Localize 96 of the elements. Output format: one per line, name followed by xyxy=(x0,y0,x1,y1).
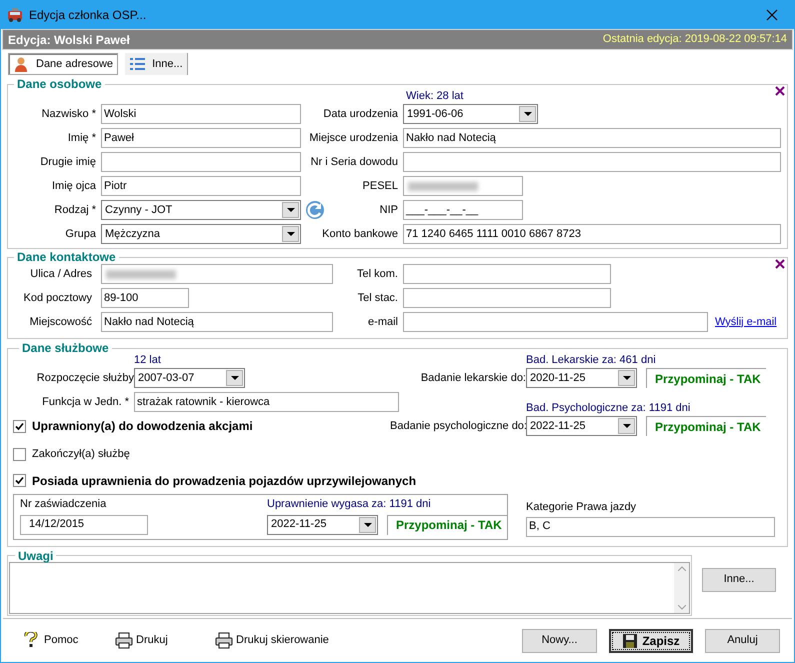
tab[interactable]: Dane adresowe xyxy=(8,53,118,75)
input-field[interactable]: ___-___-__-__ xyxy=(403,200,523,220)
dropdown[interactable]: 2022-11-25 xyxy=(526,416,637,436)
dropdown[interactable]: Czynny - JOT xyxy=(101,200,301,220)
field-label: Badanie lekarskie do: xyxy=(420,370,526,386)
field-label: Imię * xyxy=(66,130,96,146)
input-field[interactable]: strażak ratownik - kierowca xyxy=(134,392,399,412)
record-title: Edycja: Wolski Paweł xyxy=(8,32,130,48)
blurred-text xyxy=(408,182,478,190)
close-icon[interactable] xyxy=(775,86,785,96)
scrollbar[interactable] xyxy=(674,562,689,612)
close-icon[interactable] xyxy=(775,259,785,269)
other-button[interactable]: Inne... xyxy=(702,568,776,592)
input-field[interactable] xyxy=(403,152,781,172)
field-label: Nazwisko * xyxy=(40,106,96,122)
toolbar-link[interactable]: Drukuj xyxy=(115,632,215,649)
input-field[interactable]: Wolski xyxy=(101,104,301,124)
close-icon xyxy=(766,8,778,20)
dropdown[interactable]: 2022-11-25 xyxy=(267,514,378,534)
field-label: Miejscowość xyxy=(28,314,92,330)
dropdown[interactable]: 2020-11-25 xyxy=(526,368,637,388)
toolbar-link[interactable]: Pomoc xyxy=(23,632,115,649)
field-label: Kategorie Prawa jazdy xyxy=(526,500,638,514)
last-edit-text: Ostatnia edycja: 2019-08-22 09:57:14 xyxy=(602,32,787,48)
scroll-up-icon xyxy=(678,566,686,570)
input-field[interactable] xyxy=(403,312,708,332)
field-label: Tel kom. xyxy=(357,266,398,282)
section-title: Uwagi xyxy=(17,550,54,562)
field-label: Nr i Seria dowodu xyxy=(310,154,398,170)
dropdown[interactable]: 2007-03-07 xyxy=(134,368,245,388)
email-link[interactable]: Wyślij e-mail xyxy=(715,314,777,330)
field-label: Nr zaświadczenia xyxy=(20,498,108,510)
input-field[interactable] xyxy=(101,264,333,284)
field-label: Kod pocztowy xyxy=(22,290,92,306)
truck-icon xyxy=(7,6,23,22)
input-field[interactable]: 14/12/2015 xyxy=(20,514,148,534)
field-label: NIP xyxy=(380,202,398,218)
dialog-button[interactable]: Anuluj xyxy=(705,628,780,652)
field-label: Tel stac. xyxy=(358,290,398,306)
save-icon xyxy=(622,632,638,648)
reminder-text: Przypominaj - TAK xyxy=(646,368,766,388)
field-label: Badanie psychologiczne do: xyxy=(390,418,526,434)
section-title: Dane osobowe xyxy=(16,78,103,90)
input-field[interactable]: B, C xyxy=(526,516,775,536)
input-field[interactable] xyxy=(403,264,611,284)
field-label: Rodzaj * xyxy=(53,202,96,218)
field-label: Ulica / Adres xyxy=(29,266,92,282)
years-text: 12 lat xyxy=(133,354,162,367)
field-label: Drugie imię xyxy=(39,154,96,170)
person-icon xyxy=(13,56,30,72)
refresh-icon xyxy=(305,200,325,220)
field-label: Imię ojca xyxy=(50,178,96,194)
field-label: Funkcja w Jedn. * xyxy=(41,394,129,410)
expiry-note: Bad. Lekarskie za: 461 dni xyxy=(525,354,657,367)
field-label: e-mail xyxy=(368,314,398,330)
input-field[interactable] xyxy=(403,288,611,308)
checkbox-label: Posiada uprawnienia do prowadzenia pojazdów uprzywilejowanych xyxy=(32,472,416,490)
input-field[interactable] xyxy=(403,176,523,196)
save-button[interactable]: Zapisz xyxy=(609,628,693,652)
checkbox[interactable] xyxy=(13,420,26,432)
window-title: Edycja członka OSP... xyxy=(29,6,146,24)
dialog-button[interactable]: Nowy... xyxy=(522,628,597,652)
reminder-text: Przypominaj - TAK xyxy=(387,514,507,534)
scroll-down-icon xyxy=(678,604,686,610)
field-label: Grupa xyxy=(64,226,96,242)
tab[interactable]: Inne... xyxy=(125,53,188,75)
input-field[interactable] xyxy=(101,152,301,172)
expiry-note: Uprawnienie wygasa za: 1191 dni xyxy=(267,498,432,510)
age-text: Wiek: 28 lat xyxy=(406,90,464,102)
printer-icon xyxy=(215,632,233,649)
field-label: PESEL xyxy=(362,178,398,194)
input-field[interactable]: Paweł xyxy=(101,128,301,148)
input-field[interactable]: Piotr xyxy=(101,176,301,196)
expiry-note: Bad. Psychologiczne za: 1191 dni xyxy=(525,402,692,415)
checkbox-label: Zakończył(a) służbę xyxy=(32,447,130,462)
input-field[interactable]: 71 1240 6465 1111 0010 6867 8723 xyxy=(403,224,781,244)
field-label: Konto bankowe xyxy=(322,226,398,242)
section-title: Dane kontaktowe xyxy=(16,251,117,263)
section-title: Dane służbowe xyxy=(21,342,110,354)
notes-field[interactable] xyxy=(9,562,690,614)
input-field[interactable]: 89-100 xyxy=(101,288,189,308)
field-label: Miejsce urodzenia xyxy=(309,130,398,146)
checkbox[interactable] xyxy=(13,448,26,461)
field-label: Data urodzenia xyxy=(323,106,398,122)
reminder-text: Przypominaj - TAK xyxy=(646,416,766,436)
checkbox-label: Uprawniony(a) do dowodzenia akcjami xyxy=(32,418,253,435)
toolbar-link[interactable]: Drukuj skierowanie xyxy=(215,632,385,649)
field-label: Rozpoczęcie służby xyxy=(36,370,134,386)
blurred-text xyxy=(106,270,176,278)
dropdown[interactable]: 1991-06-06 xyxy=(403,104,538,124)
list-icon xyxy=(129,56,146,72)
dropdown[interactable]: Mężczyzna xyxy=(101,224,301,244)
checkbox[interactable] xyxy=(13,474,26,487)
input-field[interactable]: Nakło nad Notecią xyxy=(101,312,333,332)
input-field[interactable]: Nakło nad Notecią xyxy=(403,128,781,148)
printer-icon xyxy=(115,632,133,649)
